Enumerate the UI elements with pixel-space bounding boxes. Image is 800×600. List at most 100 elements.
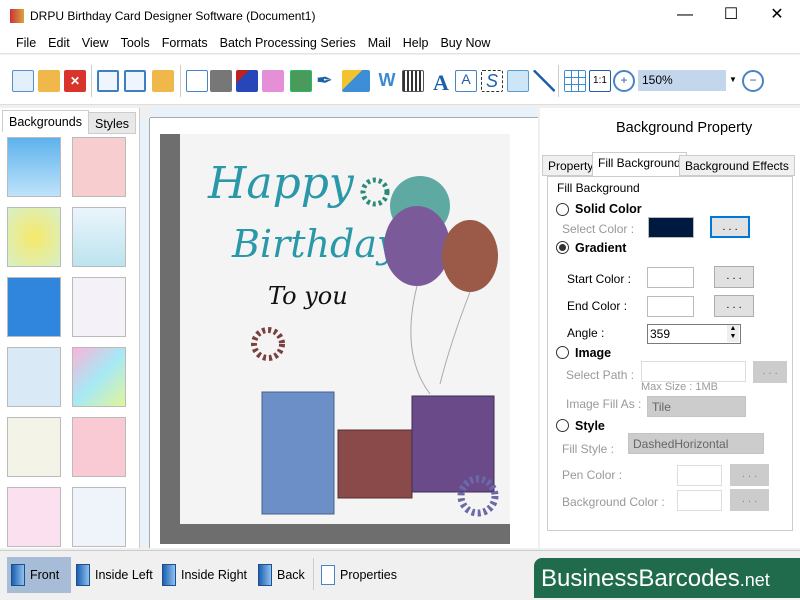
image-browse-button[interactable]: . . . xyxy=(753,361,787,383)
text-art-icon[interactable]: A xyxy=(455,70,477,92)
menu-file[interactable]: File xyxy=(14,32,44,53)
inside-left-button[interactable]: Inside Left xyxy=(72,557,157,593)
insert-image-icon[interactable] xyxy=(290,70,312,92)
back-button[interactable]: Back xyxy=(254,557,309,593)
horizontal-ruler xyxy=(150,108,538,118)
pen-color-swatch[interactable] xyxy=(677,465,722,486)
line-icon[interactable] xyxy=(533,70,555,92)
front-button[interactable]: Front xyxy=(7,557,71,593)
save-as-icon[interactable] xyxy=(124,70,146,92)
background-thumbnail[interactable] xyxy=(7,487,61,547)
style-label: Style xyxy=(575,419,605,433)
tab-backgrounds[interactable]: Backgrounds xyxy=(2,110,89,132)
maximize-button[interactable]: ☐ xyxy=(708,0,754,32)
minimize-button[interactable]: — xyxy=(662,0,708,32)
menu-buy-now[interactable]: Buy Now xyxy=(438,32,498,53)
actual-size-icon[interactable]: 1:1 xyxy=(589,70,611,92)
menu-formats[interactable]: Formats xyxy=(160,32,216,53)
end-color-label: End Color : xyxy=(567,299,628,313)
copy-icon[interactable] xyxy=(236,70,258,92)
menu-batch[interactable]: Batch Processing Series xyxy=(218,32,364,53)
background-thumbnail[interactable] xyxy=(72,207,126,267)
zoom-in-icon[interactable]: + xyxy=(613,70,635,92)
image-radio[interactable] xyxy=(556,346,569,359)
menu-bar: File Edit View Tools Formats Batch Proce… xyxy=(0,32,800,54)
tab-property[interactable]: Property xyxy=(542,155,600,176)
select-color-label: Select Color : xyxy=(562,222,635,236)
properties-button[interactable]: Properties xyxy=(317,557,401,593)
pen-color-label: Pen Color : xyxy=(562,468,623,482)
image-label: Image xyxy=(575,346,612,360)
start-color-picker-button[interactable]: . . . xyxy=(714,266,754,288)
zoom-out-icon[interactable]: − xyxy=(742,70,764,92)
end-color-swatch[interactable] xyxy=(647,296,694,317)
background-thumbnail[interactable] xyxy=(72,277,126,337)
start-color-swatch[interactable] xyxy=(647,267,694,288)
background-thumbnail[interactable] xyxy=(7,137,61,197)
birthday-artwork[interactable] xyxy=(180,134,510,524)
zoom-select[interactable]: 150% xyxy=(638,70,726,91)
open-icon[interactable] xyxy=(38,70,60,92)
save-icon[interactable] xyxy=(97,70,119,92)
page-setup-icon[interactable] xyxy=(186,70,208,92)
image-path-input[interactable] xyxy=(641,361,746,382)
background-color-label: Background Color : xyxy=(562,495,665,509)
background-thumbnail[interactable] xyxy=(7,417,61,477)
separator xyxy=(558,65,559,97)
close-doc-icon[interactable]: ✕ xyxy=(64,70,86,92)
print-icon[interactable] xyxy=(210,70,232,92)
backgrounds-panel: Backgrounds Styles xyxy=(0,108,140,548)
email-icon[interactable] xyxy=(507,70,529,92)
background-color-swatch[interactable] xyxy=(677,490,722,511)
pen-color-picker-button[interactable]: . . . xyxy=(730,464,769,486)
close-button[interactable]: ✕ xyxy=(754,0,800,32)
background-thumbnail[interactable] xyxy=(7,207,61,267)
vertical-ruler xyxy=(140,118,150,548)
background-thumbnail[interactable] xyxy=(7,347,61,407)
spinner-arrows-icon[interactable]: ▲ ▼ xyxy=(727,325,739,342)
title-bar: DRPU Birthday Card Designer Software (Do… xyxy=(0,0,800,32)
watermark-icon[interactable]: W xyxy=(376,70,398,92)
gift-icon[interactable] xyxy=(262,70,284,92)
background-thumbnail[interactable] xyxy=(72,347,126,407)
start-color-label: Start Color : xyxy=(567,272,632,286)
export-icon[interactable] xyxy=(152,70,174,92)
background-color-picker-button[interactable]: . . . xyxy=(730,489,769,511)
solid-color-picker-button[interactable]: . . . xyxy=(710,216,750,238)
background-thumbnail[interactable] xyxy=(72,137,126,197)
menu-view[interactable]: View xyxy=(80,32,117,53)
fill-style-select[interactable]: DashedHorizontal xyxy=(628,433,764,454)
back-page-icon xyxy=(258,564,272,586)
menu-tools[interactable]: Tools xyxy=(119,32,158,53)
solid-color-radio[interactable] xyxy=(556,203,569,216)
menu-mail[interactable]: Mail xyxy=(366,32,399,53)
image-fill-as-select[interactable]: Tile xyxy=(647,396,746,417)
tab-fill-background[interactable]: Fill Background xyxy=(592,152,687,177)
chevron-down-icon[interactable]: ▼ xyxy=(729,75,737,84)
panel-title: Background Property xyxy=(616,120,753,136)
group-label: Fill Background xyxy=(556,181,641,195)
style-radio[interactable] xyxy=(556,419,569,432)
menu-edit[interactable]: Edit xyxy=(46,32,78,53)
pen-icon[interactable]: ✒ xyxy=(316,70,338,92)
background-thumbnail[interactable] xyxy=(72,487,126,547)
gradient-radio[interactable] xyxy=(556,241,569,254)
inside-left-page-icon xyxy=(76,564,90,586)
background-thumbnail[interactable] xyxy=(7,277,61,337)
tab-background-effects[interactable]: Background Effects xyxy=(679,155,795,176)
card-front[interactable]: Happy Birthday To you xyxy=(180,134,510,524)
signature-icon[interactable]: S xyxy=(481,70,503,92)
app-icon xyxy=(10,9,24,23)
background-thumbnail[interactable] xyxy=(72,417,126,477)
barcode-icon[interactable] xyxy=(402,70,424,92)
menu-help[interactable]: Help xyxy=(401,32,437,53)
grid-icon[interactable] xyxy=(564,70,586,92)
new-icon[interactable] xyxy=(12,70,34,92)
shape-icon[interactable] xyxy=(342,70,370,92)
separator xyxy=(91,65,92,97)
text-icon[interactable]: A xyxy=(430,70,452,95)
inside-right-button[interactable]: Inside Right xyxy=(158,557,251,593)
end-color-picker-button[interactable]: . . . xyxy=(714,295,754,317)
tab-styles[interactable]: Styles xyxy=(88,112,137,134)
solid-color-swatch[interactable] xyxy=(648,217,694,238)
